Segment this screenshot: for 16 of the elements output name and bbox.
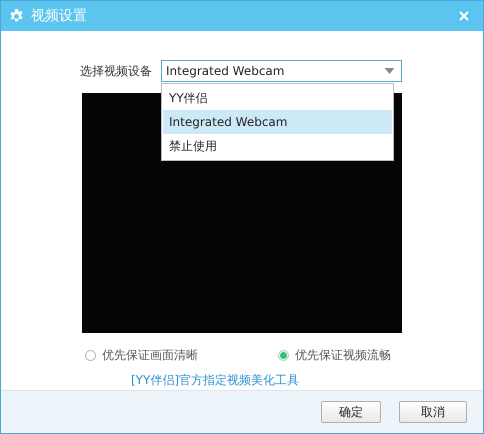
ok-button[interactable]: 确定 — [321, 401, 381, 423]
device-dropdown[interactable]: Integrated Webcam — [161, 60, 402, 82]
window-title: 视频设置 — [31, 7, 88, 25]
radio-label: 优先保证画面清晰 — [102, 347, 198, 364]
link[interactable]: [YY伴侣]官方指定视频美化工具 — [131, 372, 300, 389]
cancel-button[interactable]: 取消 — [399, 401, 467, 423]
field-label: 选择视频设备 — [80, 62, 152, 80]
dropdown-option[interactable]: 禁止使用 — [163, 134, 392, 158]
radio-label: 优先保证视频流畅 — [295, 347, 391, 364]
dropdown-option[interactable]: YY伴侣 — [163, 86, 392, 110]
caret-icon — [384, 68, 395, 74]
settings-icon — [9, 8, 24, 24]
radio-button[interactable] — [278, 350, 289, 361]
close-icon — [459, 11, 469, 21]
dropdown-option[interactable]: Integrated Webcam — [163, 110, 392, 134]
radio-button[interactable] — [85, 350, 96, 361]
